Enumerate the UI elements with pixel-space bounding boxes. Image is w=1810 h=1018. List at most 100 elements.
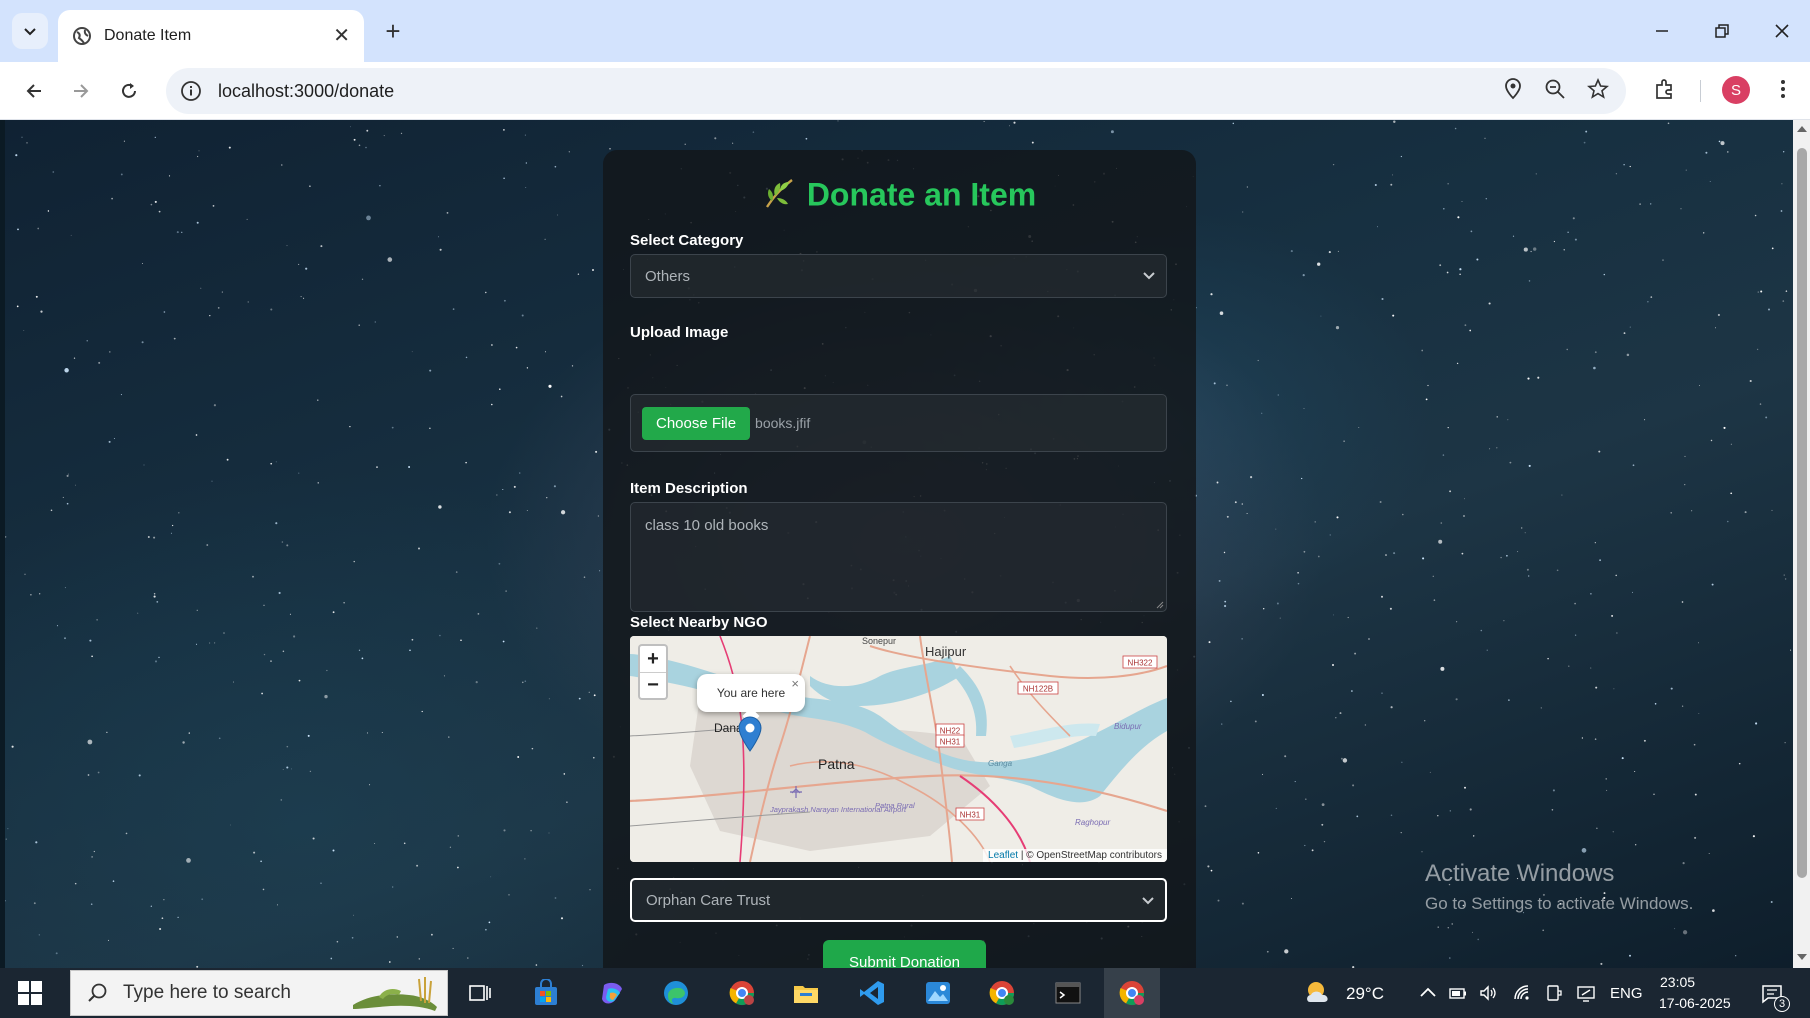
windows-start-icon[interactable] (18, 981, 42, 1005)
star (1437, 926, 1439, 928)
extensions-button[interactable] (1650, 74, 1680, 104)
star (1594, 738, 1597, 740)
photos-button[interactable] (922, 977, 954, 1009)
weather-icon[interactable] (1302, 978, 1336, 1008)
star (1332, 163, 1335, 166)
star (1720, 141, 1725, 146)
popup-close-button[interactable]: × (791, 676, 799, 691)
tab-donate-item[interactable]: Donate Item ✕ (58, 10, 364, 62)
chrome-active-button[interactable] (1116, 977, 1148, 1009)
chrome-profile-n-button[interactable] (986, 977, 1018, 1009)
forward-button[interactable] (64, 74, 98, 108)
star (196, 155, 199, 158)
ngo-map[interactable]: NH322 NH122B NH22 NH31 NH31 Sonepur Haji… (630, 636, 1167, 862)
category-select[interactable]: Others (630, 254, 1167, 298)
globe-icon (73, 27, 91, 45)
scroll-thumb[interactable] (1797, 148, 1807, 878)
close-window-button[interactable] (1762, 14, 1802, 48)
tab-search-button[interactable] (12, 13, 48, 49)
star (805, 137, 808, 140)
zoom-in-button[interactable]: + (640, 646, 666, 672)
star (1447, 927, 1449, 929)
star (1754, 214, 1757, 217)
page-scrollbar[interactable] (1793, 120, 1810, 968)
clock-time[interactable]: 23:05 (1660, 974, 1695, 990)
star (1674, 928, 1676, 930)
taskbar-search-box[interactable]: Type here to search (70, 970, 448, 1016)
minimize-button[interactable] (1642, 14, 1682, 48)
edge-button[interactable] (660, 977, 692, 1009)
leaflet-link[interactable]: Leaflet (988, 850, 1018, 861)
file-explorer-button[interactable] (790, 977, 822, 1009)
terminal-button[interactable] (1052, 977, 1084, 1009)
star (1771, 247, 1774, 250)
task-view-button[interactable] (464, 977, 496, 1009)
star (1585, 130, 1588, 133)
star (1303, 550, 1306, 553)
zoom-out-button[interactable]: − (640, 672, 666, 698)
star (173, 337, 176, 340)
volume-icon[interactable] (1478, 983, 1498, 1003)
description-textarea[interactable]: class 10 old books (630, 502, 1167, 612)
star (7, 828, 9, 830)
star (1600, 962, 1603, 965)
star (1261, 694, 1264, 696)
battery-icon[interactable] (1448, 983, 1468, 1003)
address-bar[interactable]: localhost:3000/donate (166, 68, 1626, 114)
star (455, 571, 458, 573)
star (1480, 629, 1483, 632)
star (195, 643, 198, 645)
star (1400, 155, 1403, 158)
edge-icon (664, 981, 688, 1005)
choose-file-button[interactable]: Choose File (642, 406, 751, 440)
vscode-button[interactable] (856, 977, 888, 1009)
reload-button[interactable] (112, 74, 146, 108)
scroll-up-arrow-icon[interactable] (1797, 126, 1807, 132)
resize-handle-icon[interactable] (1154, 599, 1164, 609)
star (281, 164, 283, 166)
back-button[interactable] (17, 74, 51, 108)
star (1290, 250, 1293, 253)
star (120, 173, 123, 176)
copilot-button[interactable] (596, 977, 628, 1009)
image-upload-field[interactable]: Choose File books.jfif (630, 394, 1167, 452)
puzzle-icon (1656, 79, 1672, 99)
clock-date[interactable]: 17-06-2025 (1659, 995, 1731, 1011)
zoom-button[interactable] (1540, 74, 1570, 104)
device-icon[interactable] (1544, 983, 1564, 1003)
star (1710, 439, 1713, 442)
star (490, 876, 492, 878)
weather-temperature[interactable]: 29°C (1346, 984, 1384, 1004)
language-indicator[interactable]: ENG (1610, 985, 1643, 1002)
ngo-select[interactable]: Orphan Care Trust (630, 878, 1167, 922)
star (5, 536, 7, 538)
star (247, 301, 249, 303)
star (1526, 568, 1529, 571)
star (1723, 426, 1726, 429)
scroll-down-arrow-icon[interactable] (1797, 954, 1807, 960)
close-tab-icon[interactable]: ✕ (333, 26, 350, 46)
profile-avatar[interactable]: S (1722, 76, 1750, 104)
star (75, 484, 76, 486)
chevron-up-icon[interactable] (1418, 983, 1438, 1003)
new-tab-button[interactable]: + (378, 16, 408, 46)
wifi-icon[interactable] (1512, 983, 1532, 1003)
map-marker-icon[interactable] (738, 716, 762, 752)
star (449, 846, 452, 848)
browser-menu-button[interactable] (1768, 74, 1798, 104)
chrome-profile-s-button[interactable] (726, 977, 758, 1009)
location-button[interactable] (1498, 74, 1528, 104)
star (154, 660, 158, 663)
submit-donation-button[interactable]: Submit Donation (823, 940, 986, 968)
star (1506, 555, 1508, 557)
display-settings-icon[interactable] (1576, 983, 1596, 1003)
star (1613, 688, 1615, 690)
star (1459, 273, 1461, 276)
microsoft-store-button[interactable] (530, 977, 562, 1009)
star (97, 771, 100, 774)
star (30, 594, 32, 596)
bookmark-button[interactable] (1583, 74, 1613, 104)
site-info-icon[interactable] (180, 80, 202, 102)
restore-button[interactable] (1702, 14, 1742, 48)
star (566, 801, 568, 803)
